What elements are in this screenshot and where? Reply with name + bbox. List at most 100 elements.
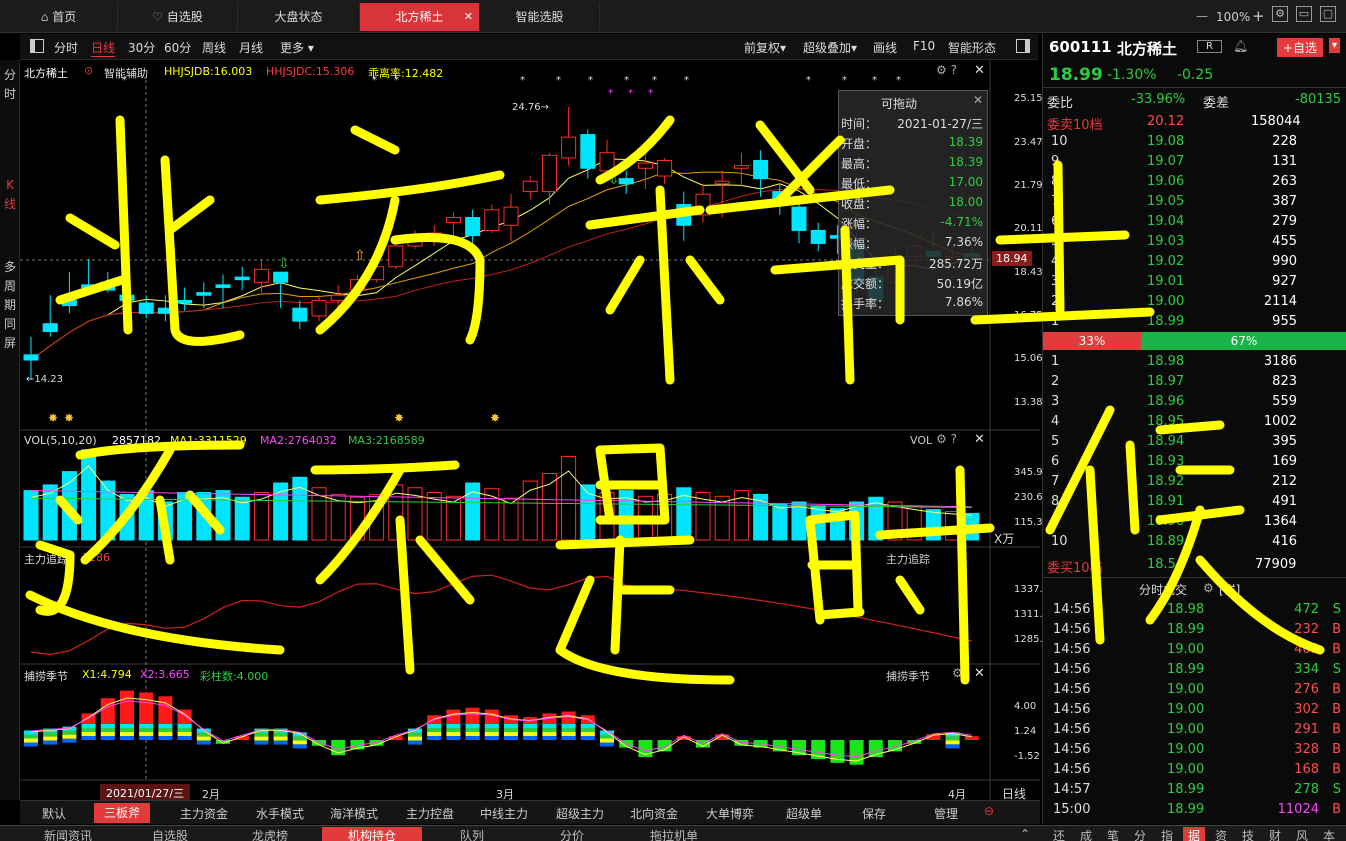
season-band — [600, 738, 614, 743]
side-tab[interactable]: 分 — [1129, 827, 1151, 841]
indicator-template-tab[interactable]: 三板斧 — [94, 803, 151, 823]
ask-row[interactable]: 10 19.08 228 — [1043, 132, 1346, 152]
bid-row[interactable]: 2 18.97 823 — [1043, 372, 1346, 392]
panel-toggle-icon[interactable] — [1016, 39, 1030, 53]
ask-row[interactable]: 4 19.02 990 — [1043, 252, 1346, 272]
bid-row[interactable]: 3 18.96 559 — [1043, 392, 1346, 412]
close-icon[interactable]: ✕ — [973, 93, 983, 107]
window-icon[interactable]: ▢ — [1320, 6, 1336, 22]
ask-row[interactable]: 7 19.05 387 — [1043, 192, 1346, 212]
indicator-name[interactable]: 智能辅助 — [104, 65, 148, 81]
info-tab[interactable]: 拖拉机单 — [650, 827, 698, 841]
indicator-template-tab[interactable]: 大单博弈 — [706, 805, 754, 822]
bid-row[interactable]: 7 18.92 212 — [1043, 472, 1346, 492]
skin-icon[interactable]: ▭ — [1296, 6, 1312, 22]
bid-row[interactable]: 4 18.95 1002 — [1043, 412, 1346, 432]
side-tab[interactable]: 还 — [1048, 827, 1070, 841]
ohlc-tooltip[interactable]: 可拖动 ✕ 时间： 2021-01-27/三 开盘： 18.39 最高： 18.39 最低：… — [838, 90, 988, 316]
overlay-menu[interactable]: 超级叠加▾ — [803, 39, 857, 56]
add-watchlist-button[interactable]: +自选 — [1277, 38, 1324, 57]
ask-row[interactable]: 6 19.04 279 — [1043, 212, 1346, 232]
rail-kline[interactable]: K线 — [2, 176, 18, 214]
stock-code: 600111 — [1049, 38, 1112, 56]
bid-row[interactable]: 1 18.98 3186 — [1043, 352, 1346, 372]
gear-icon[interactable]: ⚙ ? — [936, 432, 957, 446]
bid-row[interactable]: 5 18.94 395 — [1043, 432, 1346, 452]
bid-row[interactable]: 9 18.90 1364 — [1043, 512, 1346, 532]
ask-row[interactable]: 2 19.00 2114 — [1043, 292, 1346, 312]
side-tab[interactable]: 指 — [1156, 827, 1178, 841]
bid-row[interactable]: 8 18.91 491 — [1043, 492, 1346, 512]
side-tab[interactable]: 本 — [1318, 827, 1340, 841]
gear-icon[interactable]: ⚙ — [952, 666, 963, 680]
period-weekly[interactable]: 周线 — [202, 39, 226, 56]
expand-icon[interactable]: ⌃ — [1020, 827, 1030, 841]
side-tab[interactable]: 据 — [1183, 827, 1205, 841]
bid-row[interactable]: 10 18.89 416 — [1043, 532, 1346, 552]
info-tab[interactable]: 龙虎榜 — [252, 827, 288, 841]
settings-icon[interactable]: ⚙ — [1272, 6, 1288, 22]
ask-row[interactable]: 5 19.03 455 — [1043, 232, 1346, 252]
adjust-menu[interactable]: 前复权▾ — [744, 39, 786, 56]
ticks-detail-link[interactable]: [详] — [1219, 581, 1240, 598]
side-tab[interactable]: 成 — [1075, 827, 1097, 841]
tab-smart-pick[interactable]: 智能选股 — [480, 3, 600, 31]
chart-area[interactable]: * * * * * * * * * * * * * * * * ✸ ✸ ✸ ✸ ⇩ ⇩ ⇧ 北方稀土 ⊙ 智能辅助 HHJS… — [20, 60, 1055, 802]
indicator-template-tab[interactable]: 超级主力 — [556, 805, 604, 822]
dropdown-circle-icon[interactable]: ⊙ — [84, 64, 93, 77]
indicator-template-tab[interactable]: 海洋模式 — [330, 805, 378, 822]
indicator-template-tab[interactable]: 主力控盘 — [406, 805, 454, 822]
side-tab[interactable]: 风 — [1291, 827, 1313, 841]
close-icon[interactable]: ✕ — [464, 3, 473, 31]
indicator-template-tab[interactable]: 默认 — [42, 805, 66, 822]
close-icon[interactable]: ✕ — [974, 666, 985, 681]
period-daily[interactable]: 日线 — [91, 39, 116, 57]
f10-button[interactable]: F10 — [913, 39, 935, 53]
ask-row[interactable]: 1 18.99 955 — [1043, 312, 1346, 332]
info-tab[interactable]: 分价 — [560, 827, 584, 841]
side-tab[interactable]: 资 — [1210, 827, 1232, 841]
info-tab[interactable]: 自选股 — [152, 827, 188, 841]
sidebar-toggle-icon[interactable] — [30, 39, 44, 53]
info-tab[interactable]: 机构持仓 — [322, 827, 423, 841]
indicator-template-tab[interactable]: 管理 — [934, 805, 958, 822]
gear-icon[interactable]: ⚙ ? — [936, 63, 957, 77]
info-tab[interactable]: 队列 — [460, 827, 484, 841]
side-tab[interactable]: 笔 — [1102, 827, 1124, 841]
zoom-out-icon[interactable]: — — [1196, 9, 1208, 23]
period-30min[interactable]: 30分 — [128, 39, 155, 56]
tab-home[interactable]: ⌂ 首页 — [0, 3, 118, 31]
indicator-template-tab[interactable]: 北向资金 — [630, 805, 678, 822]
smart-pattern-button[interactable]: 智能形态 — [948, 39, 996, 56]
indicator-template-tab[interactable]: 超级单 — [786, 805, 822, 822]
bell-icon[interactable]: 🔔︎ — [1233, 39, 1248, 53]
period-60min[interactable]: 60分 — [164, 39, 191, 56]
indicator-template-tab[interactable]: 保存 — [862, 805, 886, 822]
tab-market-status[interactable]: 大盘状态 — [238, 3, 360, 31]
indicator-template-tab[interactable]: 主力资金 — [180, 805, 228, 822]
tab-watchlist[interactable]: ♡ 自选股 — [118, 3, 238, 31]
bid-row[interactable]: 6 18.93 169 — [1043, 452, 1346, 472]
gear-icon[interactable]: ⚙ — [1203, 581, 1214, 595]
period-monthly[interactable]: 月线 — [239, 39, 263, 56]
side-tab[interactable]: 技 — [1237, 827, 1259, 841]
rail-multi-period[interactable]: 多周期同屏 — [2, 258, 18, 353]
zoom-in-icon[interactable]: + — [1252, 7, 1265, 25]
indicator-template-tab[interactable]: 中线主力 — [480, 805, 528, 822]
period-intraday[interactable]: 分时 — [54, 39, 78, 56]
indicator-template-tab[interactable]: 水手模式 — [256, 805, 304, 822]
ask-row[interactable]: 3 19.01 927 — [1043, 272, 1346, 292]
ask-row[interactable]: 9 19.07 131 — [1043, 152, 1346, 172]
ask-row[interactable]: 8 19.06 263 — [1043, 172, 1346, 192]
season-band — [484, 736, 499, 740]
rail-intraday[interactable]: 分时 — [2, 66, 18, 104]
period-more[interactable]: 更多 ▾ — [280, 39, 314, 56]
close-icon[interactable]: ✕ — [974, 63, 985, 78]
chevron-down-icon[interactable]: ▾ — [1329, 38, 1341, 53]
info-tab[interactable]: 新闻资讯 — [44, 827, 92, 841]
tab-stock-active[interactable]: 北方稀土 ✕ — [360, 3, 480, 31]
draw-line-button[interactable]: 画线 — [873, 39, 897, 56]
close-icon[interactable]: ✕ — [974, 432, 985, 447]
collapse-icon[interactable]: ⊖ — [984, 804, 994, 818]
side-tab[interactable]: 财 — [1264, 827, 1286, 841]
